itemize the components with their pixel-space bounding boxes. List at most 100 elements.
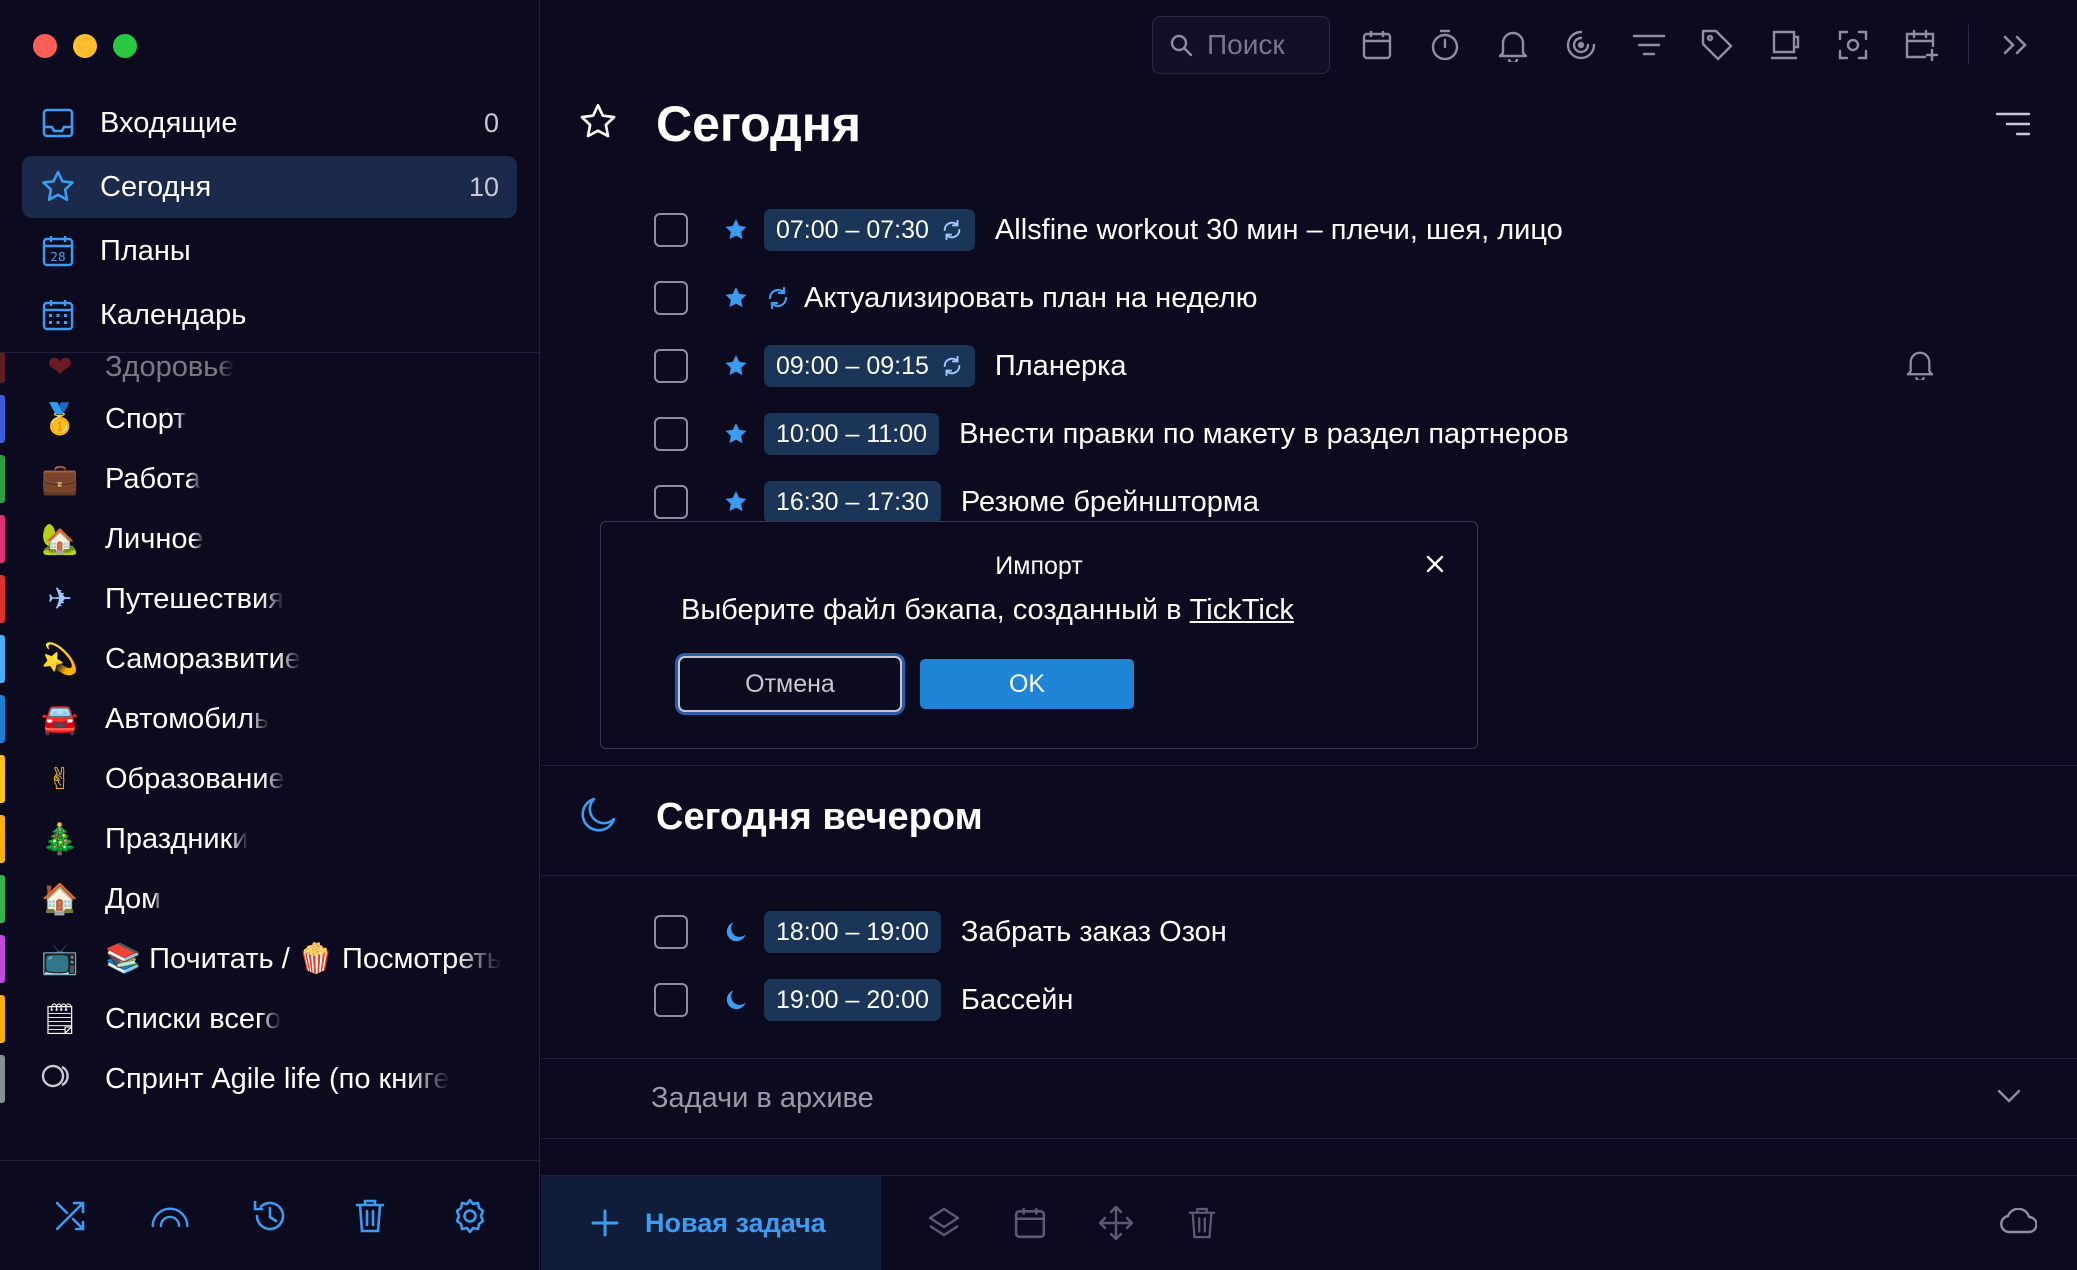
sidebar-item-label: Личное [105,522,204,555]
toolbar-divider [1968,25,1969,65]
task-time: 07:00 – 07:30 [776,215,929,244]
time-badge[interactable]: 18:00 – 19:00 [764,911,941,953]
task-title[interactable]: Забрать заказ Озон [961,916,1227,949]
task-row[interactable]: 07:00 – 07:30 Allsfine workout 30 мин – … [654,196,2034,264]
ticktick-link[interactable]: TickTick [1190,594,1294,626]
task-checkbox[interactable] [654,983,688,1017]
layers-icon[interactable] [923,1202,965,1244]
time-badge[interactable]: 19:00 – 20:00 [764,979,941,1021]
bottom-toolbar: Новая задача [541,1175,2077,1270]
medal-icon: 🥇 [41,401,79,437]
task-title[interactable]: Резюме брейншторма [961,486,1259,519]
star-filled-icon [720,489,752,515]
sort-options-icon[interactable] [1995,110,2031,143]
sidebar-item-health[interactable]: ❤ Здоровье [0,352,540,389]
sidebar-item-agile-sprint[interactable]: Спринт Agile life (по книге [0,1049,540,1109]
search-input[interactable]: Поиск [1152,16,1330,74]
section-divider [541,875,2077,876]
calendar-icon[interactable] [1356,24,1398,66]
cloud-sync-icon[interactable] [1999,1207,2038,1239]
minimize-window-button[interactable] [73,34,97,58]
cancel-button[interactable]: Отмена [678,656,902,712]
task-row[interactable]: 18:00 – 19:00 Забрать заказ Озон [654,898,2034,966]
sidebar-item-label: Автомобиль [105,702,270,735]
task-checkbox[interactable] [654,213,688,247]
sidebar-item-work[interactable]: 💼 Работа [0,449,540,509]
trash-icon[interactable] [1181,1202,1223,1244]
close-window-button[interactable] [33,34,57,58]
sidebar-item-calendar[interactable]: Календарь [22,284,517,346]
today-task-list: 07:00 – 07:30 Allsfine workout 30 мин – … [654,196,2034,536]
sidebar-item-read-watch[interactable]: 📺 📚 Почитать / 🍿 Посмотреть [0,929,540,989]
settings-icon[interactable] [450,1196,490,1236]
sidebar-item-lists-of-everything[interactable]: 🗒 Списки всего [0,989,540,1049]
filter-icon[interactable] [1628,24,1670,66]
bell-icon[interactable] [1492,24,1534,66]
sidebar-item-today[interactable]: Сегодня 10 [22,156,517,218]
task-title[interactable]: Allsfine workout 30 мин – плечи, шея, ли… [995,214,1563,247]
task-title[interactable]: Актуализировать план на неделю [804,282,1257,315]
gauge-icon[interactable] [150,1196,190,1236]
sidebar-item-home[interactable]: 🏠 Дом [0,869,540,929]
focus-icon[interactable] [1560,24,1602,66]
list-color-bar [0,695,5,743]
zoom-window-button[interactable] [113,34,137,58]
task-checkbox[interactable] [654,485,688,519]
timer-icon[interactable] [1424,24,1466,66]
section-divider [541,1138,2077,1139]
sidebar-item-plans[interactable]: 28 Планы [22,220,517,282]
new-task-button[interactable]: Новая задача [541,1175,881,1270]
task-title[interactable]: Внести правки по макету в раздел партнер… [959,418,1569,451]
move-icon[interactable] [1095,1202,1137,1244]
sidebar-item-label: Работа [105,462,201,495]
add-calendar-icon[interactable] [1900,24,1942,66]
task-checkbox[interactable] [654,915,688,949]
page-header: Сегодня [578,95,861,153]
house-icon: 🏠 [41,881,79,917]
task-title[interactable]: Бассейн [961,984,1074,1017]
task-time: 09:00 – 09:15 [776,351,929,380]
shuffle-icon[interactable] [50,1196,90,1236]
list-color-bar [0,635,5,683]
task-checkbox[interactable] [654,349,688,383]
repeat-icon [941,219,963,241]
task-row[interactable]: 19:00 – 20:00 Бассейн [654,966,2034,1034]
time-badge[interactable]: 09:00 – 09:15 [764,345,975,387]
sidebar-item-self-development[interactable]: 💫 Саморазвитие [0,629,540,689]
sidebar-item-label: 📚 Почитать / 🍿 Посмотреть [105,943,502,975]
task-title[interactable]: Планерка [995,350,1127,383]
app-window: Входящие 0 Сегодня 10 28 Планы Календарь… [0,0,2077,1270]
sidebar-item-travel[interactable]: ✈ Путешествия [0,569,540,629]
task-checkbox[interactable] [654,281,688,315]
time-badge[interactable]: 16:30 – 17:30 [764,481,941,523]
task-row[interactable]: 10:00 – 11:00 Внести правки по макету в … [654,400,2034,468]
dialog-message-text: Выберите файл бэкапа, созданный в [681,594,1190,626]
sidebar-item-sport[interactable]: 🥇 Спорт [0,389,540,449]
sidebar-item-inbox[interactable]: Входящие 0 [22,92,517,154]
trash-icon[interactable] [350,1196,390,1236]
list-color-bar [0,935,5,983]
task-row[interactable]: 09:00 – 09:15 Планерка [654,332,2034,400]
sidebar-item-label: Здоровье [105,352,235,383]
tag-icon[interactable] [1696,24,1738,66]
archived-tasks-toggle[interactable]: Задачи в архиве [541,1058,2077,1138]
sidebar-item-personal[interactable]: 🏡 Личное [0,509,540,569]
sidebar-item-holidays[interactable]: 🎄 Праздники [0,809,540,869]
screenshot-icon[interactable] [1832,24,1874,66]
car-icon: 🚘 [41,701,79,737]
task-checkbox[interactable] [654,417,688,451]
history-icon[interactable] [250,1196,290,1236]
ok-button[interactable]: OK [920,659,1134,709]
calendar-icon[interactable] [1009,1202,1051,1244]
expand-icon[interactable] [1995,24,2037,66]
sidebar-item-education[interactable]: ✌ Образование [0,749,540,809]
task-row[interactable]: Актуализировать план на неделю [654,264,2034,332]
time-badge[interactable]: 07:00 – 07:30 [764,209,975,251]
time-badge[interactable]: 10:00 – 11:00 [764,413,940,455]
moon-icon [578,795,618,840]
reminder-bell-icon[interactable] [1906,348,1934,385]
import-dialog: Импорт Выберите файл бэкапа, созданный в… [600,521,1478,749]
sidebar-item-car[interactable]: 🚘 Автомобиль [0,689,540,749]
mug-icon[interactable] [1764,24,1806,66]
close-icon[interactable] [1421,550,1449,578]
